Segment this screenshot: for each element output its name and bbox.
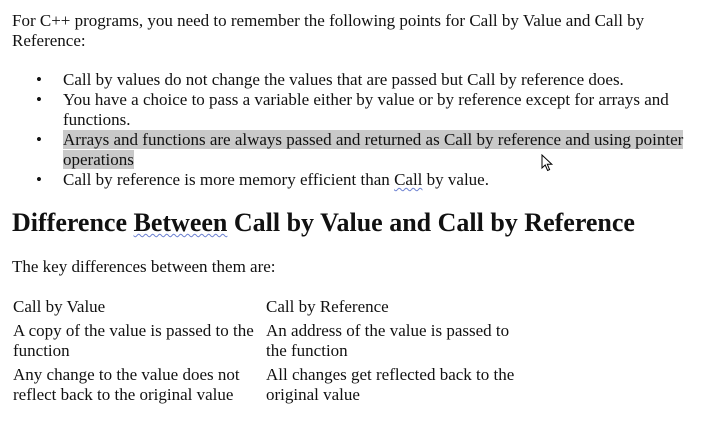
bullet-icon: •: [36, 70, 42, 89]
bullet-text-before[interactable]: Call by reference is more memory efficie…: [63, 170, 394, 189]
heading-part-1: Difference: [12, 208, 134, 237]
section-heading[interactable]: Difference Between Call by Value and Cal…: [12, 208, 712, 238]
table-row: Any change to the value does not reflect…: [13, 365, 526, 409]
table-cell[interactable]: An address of the value is passed to the…: [266, 321, 526, 365]
table-header-row: Call by Value Call by Reference: [13, 297, 526, 321]
heading-part-2: Call by Value and Call by Reference: [227, 208, 635, 237]
document-page: For C++ programs, you need to remember t…: [12, 11, 712, 409]
mouse-pointer-icon: [541, 154, 554, 172]
list-item[interactable]: • Call by values do not change the value…: [12, 70, 712, 90]
spellcheck-word[interactable]: Call: [394, 170, 422, 189]
bullet-text[interactable]: Call by values do not change the values …: [63, 70, 624, 89]
table-cell[interactable]: Any change to the value does not reflect…: [13, 365, 266, 409]
list-item-selected[interactable]: • Arrays and functions are always passed…: [12, 130, 712, 170]
list-item[interactable]: • You have a choice to pass a variable e…: [12, 90, 712, 130]
bullet-icon: •: [36, 170, 42, 189]
bullet-icon: •: [36, 130, 42, 149]
table-cell[interactable]: A copy of the value is passed to the fun…: [13, 321, 266, 365]
comparison-table: Call by Value Call by Reference A copy o…: [13, 297, 526, 409]
table-header-cell[interactable]: Call by Value: [13, 297, 266, 321]
intro-paragraph[interactable]: For C++ programs, you need to remember t…: [12, 11, 712, 51]
bullet-icon: •: [36, 90, 42, 109]
selected-text[interactable]: Arrays and functions are always passed a…: [63, 130, 684, 169]
table-header-cell[interactable]: Call by Reference: [266, 297, 526, 321]
subtitle-paragraph[interactable]: The key differences between them are:: [12, 257, 712, 277]
table-cell[interactable]: All changes get reflected back to the or…: [266, 365, 526, 409]
list-item[interactable]: • Call by reference is more memory effic…: [12, 170, 712, 190]
bullet-text-after[interactable]: by value.: [422, 170, 489, 189]
bullet-text[interactable]: You have a choice to pass a variable eit…: [63, 90, 669, 129]
table-row: A copy of the value is passed to the fun…: [13, 321, 526, 365]
points-list: • Call by values do not change the value…: [12, 70, 712, 190]
spellcheck-word[interactable]: Between: [134, 208, 228, 237]
